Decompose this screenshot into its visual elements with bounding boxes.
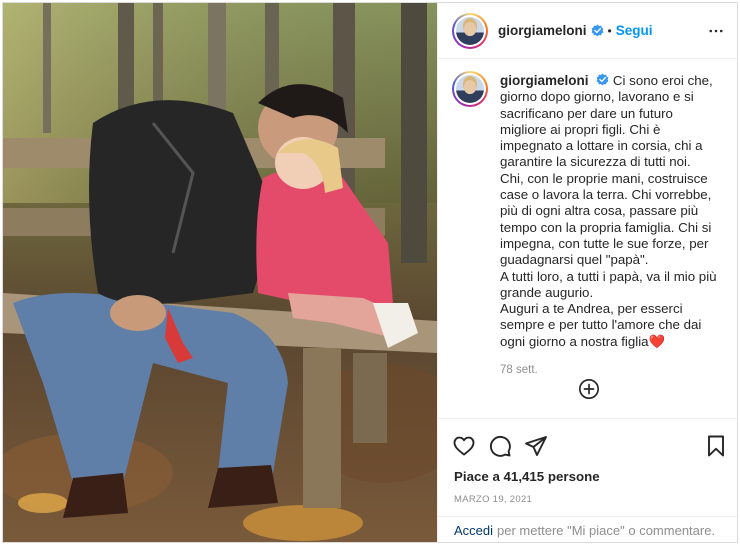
more-horizontal-icon[interactable]	[707, 22, 725, 40]
caption-avatar[interactable]	[452, 71, 488, 107]
post-actions: Piace a 41,415 persone MARZO 19, 2021 Ac…	[438, 418, 737, 542]
avatar-border	[454, 14, 486, 47]
post-panel: giorgiameloni • Segui giorgiameloni Ci s…	[437, 3, 737, 542]
verified-badge-icon	[591, 24, 603, 37]
login-prompt: Accedi per mettere "Mi piace" o commenta…	[438, 516, 737, 542]
login-prompt-text: per mettere "Mi piace" o commentare.	[497, 523, 716, 538]
avatar[interactable]	[452, 12, 488, 49]
username-link[interactable]: giorgiameloni	[498, 23, 587, 38]
post-header: giorgiameloni • Segui	[438, 3, 737, 59]
instagram-post: giorgiameloni • Segui giorgiameloni Ci s…	[2, 2, 738, 543]
photo-illustration	[3, 3, 437, 542]
caption-section: giorgiameloni Ci sono eroi che, giorno d…	[438, 59, 737, 387]
bookmark-icon[interactable]	[704, 434, 728, 458]
action-bar	[438, 419, 737, 463]
caption-verified-badge-icon	[596, 73, 609, 86]
caption-username-link[interactable]: giorgiameloni	[500, 73, 589, 88]
caption-row: giorgiameloni Ci sono eroi che, giorno d…	[452, 71, 725, 378]
follow-button[interactable]: Segui	[616, 23, 653, 38]
post-date[interactable]: MARZO 19, 2021	[438, 484, 737, 505]
caption-avatar-image	[456, 75, 484, 103]
separator-dot: •	[607, 23, 612, 38]
avatar-image	[456, 16, 484, 45]
login-link[interactable]: Accedi	[454, 523, 493, 538]
caption-avatar-border	[454, 73, 486, 105]
caption-timestamp[interactable]: 78 sett.	[500, 362, 718, 378]
caption-text: Ci sono eroi che, giorno dopo giorno, la…	[500, 73, 717, 349]
heart-outline-icon[interactable]	[452, 434, 476, 458]
post-photo[interactable]	[3, 3, 437, 542]
caption-body: giorgiameloni Ci sono eroi che, giorno d…	[500, 73, 718, 378]
paper-plane-icon[interactable]	[524, 434, 548, 458]
add-comment-icon[interactable]	[578, 378, 600, 400]
comment-bubble-icon[interactable]	[488, 434, 512, 458]
likes-count[interactable]: Piace a 41,415 persone	[438, 463, 737, 484]
